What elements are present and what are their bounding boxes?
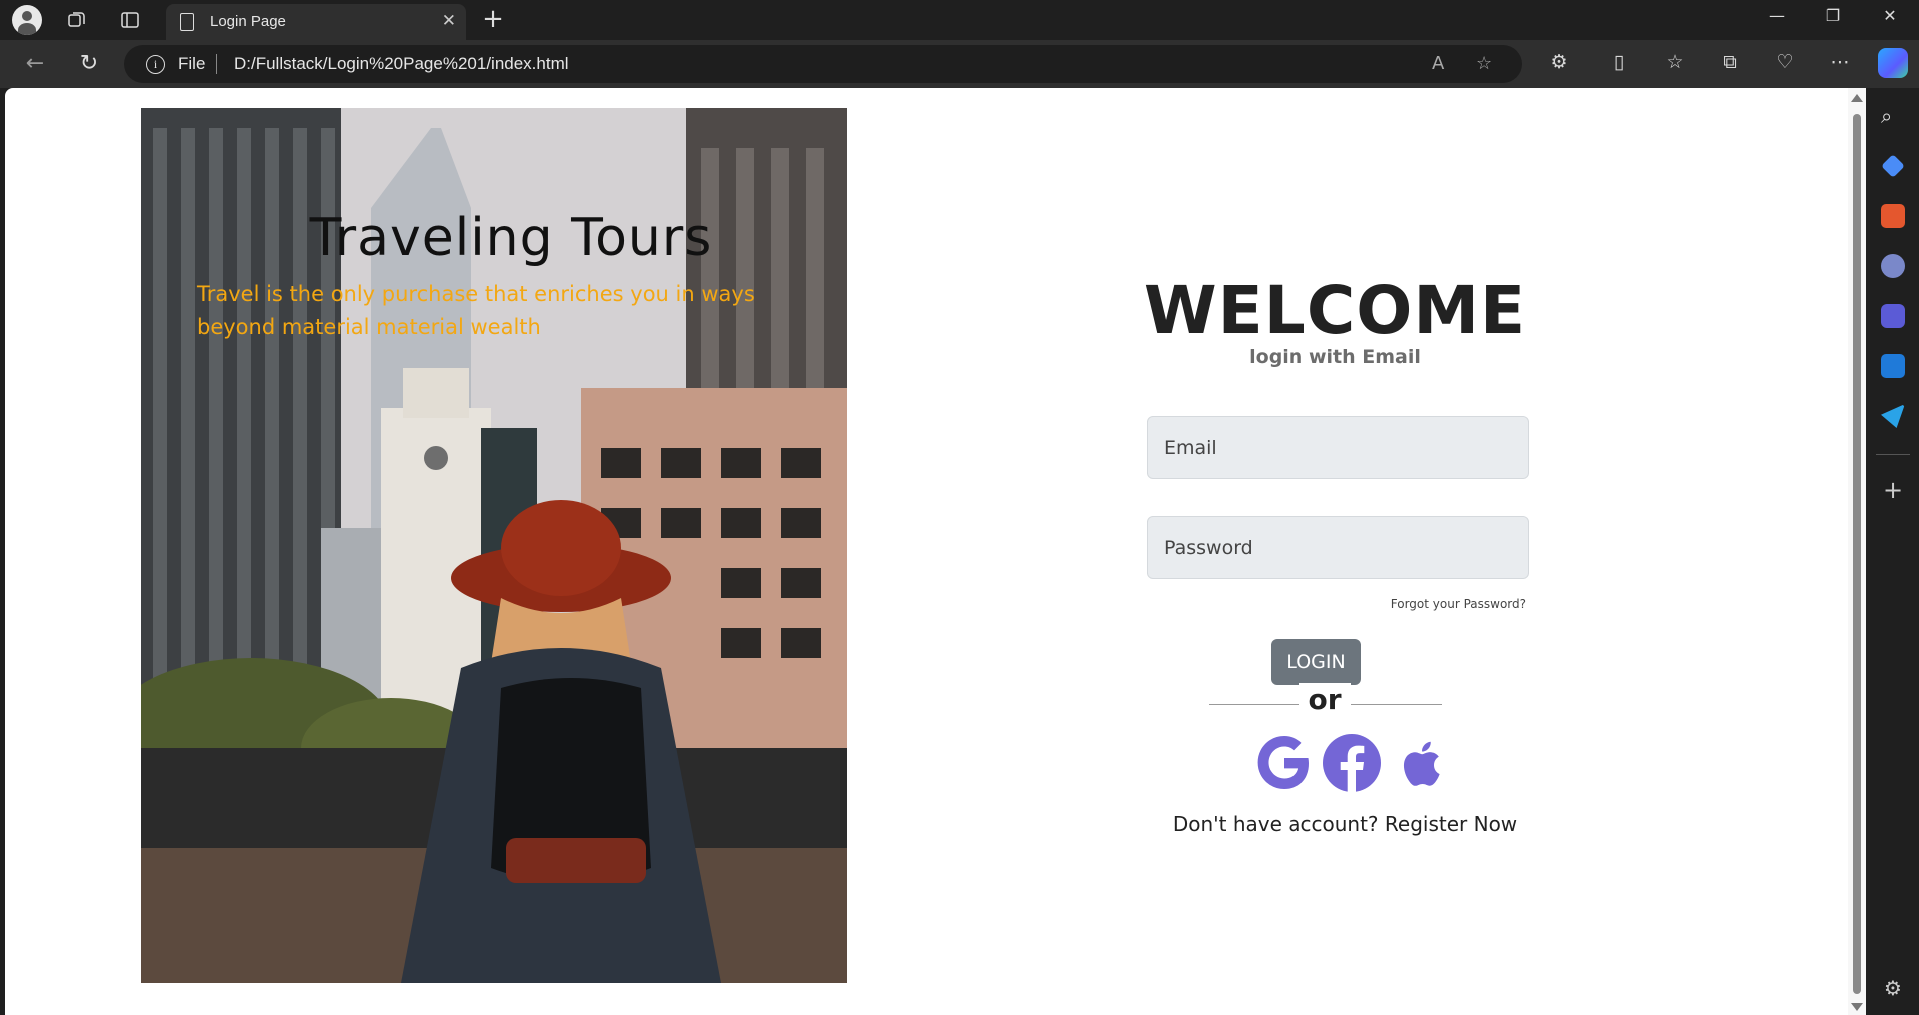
tab-login-page[interactable]: Login Page ✕ — [166, 4, 466, 40]
facebook-icon[interactable] — [1321, 732, 1383, 794]
password-field[interactable] — [1147, 516, 1529, 579]
address-bar[interactable]: i File D:/Fullstack/Login%20Page%201/ind… — [124, 45, 1522, 83]
tab-title: Login Page — [210, 13, 286, 30]
more-options-icon[interactable]: ⋯ — [1826, 51, 1854, 73]
minimize-icon[interactable]: — — [1757, 6, 1797, 25]
sidebar-settings-icon[interactable]: ⚙ — [1881, 976, 1905, 1000]
favorite-star-icon[interactable]: ☆ — [1476, 53, 1492, 74]
scrollbar-thumb[interactable] — [1853, 114, 1861, 994]
microsoft-365-icon[interactable] — [1881, 304, 1905, 328]
hero-quote: Travel is the only purchase that enriche… — [197, 282, 755, 339]
page-viewport: Traveling Tours Travel is the only purch… — [5, 88, 1866, 1015]
refresh-icon[interactable]: ↻ — [74, 50, 104, 78]
split-screen-icon[interactable]: ▯ — [1605, 51, 1633, 73]
read-aloud-icon[interactable]: A — [1432, 53, 1444, 74]
document-icon — [180, 13, 194, 31]
outlook-icon[interactable] — [1881, 354, 1905, 378]
new-tab-icon[interactable]: + — [478, 4, 508, 34]
google-icon[interactable] — [1253, 732, 1315, 794]
sidebar-divider — [1876, 454, 1910, 455]
search-icon[interactable]: ⌕ — [1881, 104, 1905, 128]
register-prompt-text: Don't have account? — [1172, 812, 1379, 836]
register-prompt: Don't have account? Register Now — [1115, 812, 1575, 836]
hero-image: Traveling Tours Travel is the only purch… — [141, 108, 847, 983]
email-field[interactable] — [1147, 416, 1529, 479]
scroll-up-arrow-icon[interactable] — [1851, 94, 1863, 102]
games-icon[interactable] — [1881, 254, 1905, 278]
send-icon[interactable] — [1881, 404, 1905, 428]
restore-icon[interactable]: ❐ — [1813, 6, 1853, 25]
site-info-icon[interactable]: i — [146, 55, 165, 74]
address-url[interactable]: D:/Fullstack/Login%20Page%201/index.html — [234, 54, 569, 74]
back-icon[interactable]: ← — [20, 50, 50, 78]
shopping-tag-icon[interactable] — [1881, 154, 1905, 178]
add-sidebar-app-icon[interactable]: + — [1881, 478, 1905, 504]
close-window-icon[interactable]: ✕ — [1870, 6, 1910, 25]
browser-essentials-icon[interactable]: ♡ — [1771, 51, 1799, 73]
vertical-tabs-icon[interactable] — [115, 6, 145, 34]
workspaces-icon[interactable] — [62, 6, 92, 34]
or-label: or — [1299, 683, 1351, 716]
register-now-link[interactable]: Register Now — [1385, 812, 1517, 836]
hero-title: Traveling Tours — [309, 208, 713, 268]
address-divider — [216, 54, 217, 74]
favorites-icon[interactable]: ☆ — [1661, 51, 1689, 73]
welcome-heading: WELCOME — [1143, 272, 1527, 349]
navigation-bar: ← ↻ i File D:/Fullstack/Login%20Page%201… — [0, 40, 1919, 88]
close-tab-icon[interactable]: ✕ — [442, 11, 456, 31]
login-button[interactable]: LOGIN — [1271, 639, 1361, 685]
page-scrollbar[interactable] — [1848, 88, 1866, 1015]
apple-icon[interactable] — [1389, 732, 1451, 794]
profile-avatar[interactable] — [12, 5, 42, 35]
collections-icon[interactable]: ⧉ — [1716, 51, 1744, 73]
scroll-down-arrow-icon[interactable] — [1851, 1003, 1863, 1011]
login-subtitle: login with Email — [1249, 346, 1421, 368]
browser-title-bar: Login Page ✕ + — ❐ ✕ — [0, 0, 1919, 40]
forgot-password-link[interactable]: Forgot your Password? — [1335, 597, 1526, 611]
address-scheme: File — [178, 54, 206, 73]
extensions-icon[interactable]: ⚙ — [1545, 51, 1573, 73]
edge-sidebar: ⌕ + ⚙ — [1866, 88, 1919, 1015]
copilot-icon[interactable] — [1878, 48, 1908, 78]
tools-icon[interactable] — [1881, 204, 1905, 228]
